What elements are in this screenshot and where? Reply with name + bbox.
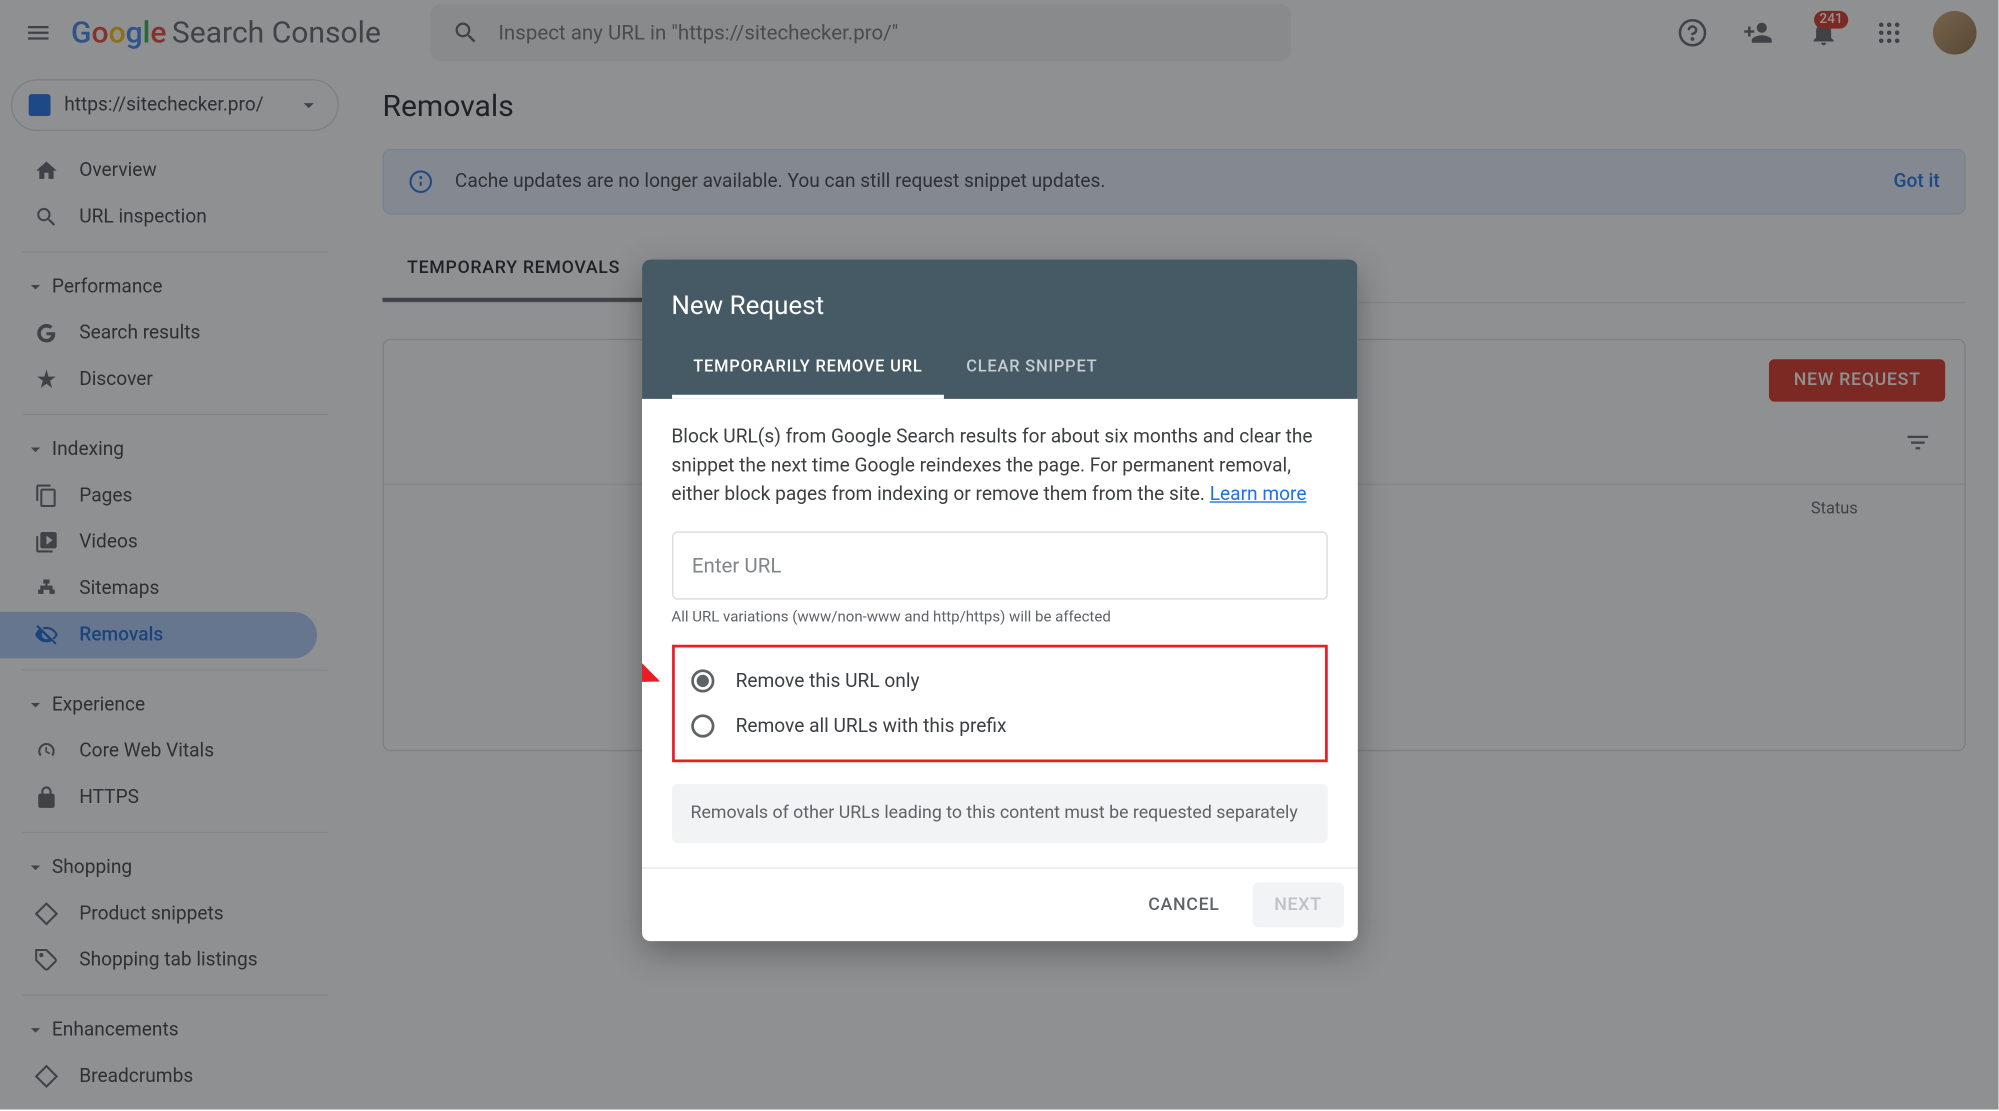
url-placeholder: Enter URL: [692, 553, 782, 578]
learn-more-link[interactable]: Learn more: [1210, 484, 1307, 506]
modal-footer: CANCEL NEXT: [641, 867, 1357, 941]
radio-remove-prefix[interactable]: Remove all URLs with this prefix: [688, 703, 1311, 748]
radio-label: Remove this URL only: [736, 670, 920, 692]
url-input[interactable]: Enter URL: [671, 531, 1327, 599]
radio-remove-this-url[interactable]: Remove this URL only: [688, 658, 1311, 703]
radio-icon: [691, 669, 714, 692]
modal-body: Block URL(s) from Google Search results …: [641, 399, 1357, 868]
new-request-modal: New Request TEMPORARILY REMOVE URL CLEAR…: [641, 260, 1357, 942]
modal-description: Block URL(s) from Google Search results …: [671, 423, 1327, 509]
next-button[interactable]: NEXT: [1252, 882, 1343, 927]
modal-overlay[interactable]: New Request TEMPORARILY REMOVE URL CLEAR…: [0, 0, 1998, 1109]
radio-icon: [691, 714, 714, 737]
helper-text: All URL variations (www/non-www and http…: [671, 608, 1327, 626]
note-box: Removals of other URLs leading to this c…: [671, 784, 1327, 843]
radio-group-highlight: Remove this URL only Remove all URLs wit…: [671, 645, 1327, 762]
modal-tab-clear-snippet[interactable]: CLEAR SNIPPET: [944, 340, 1119, 399]
modal-tab-temporarily-remove[interactable]: TEMPORARILY REMOVE URL: [671, 340, 944, 399]
modal-header: New Request TEMPORARILY REMOVE URL CLEAR…: [641, 260, 1357, 399]
radio-label: Remove all URLs with this prefix: [736, 715, 1007, 737]
modal-title: New Request: [671, 290, 1327, 321]
cancel-button[interactable]: CANCEL: [1126, 882, 1241, 927]
